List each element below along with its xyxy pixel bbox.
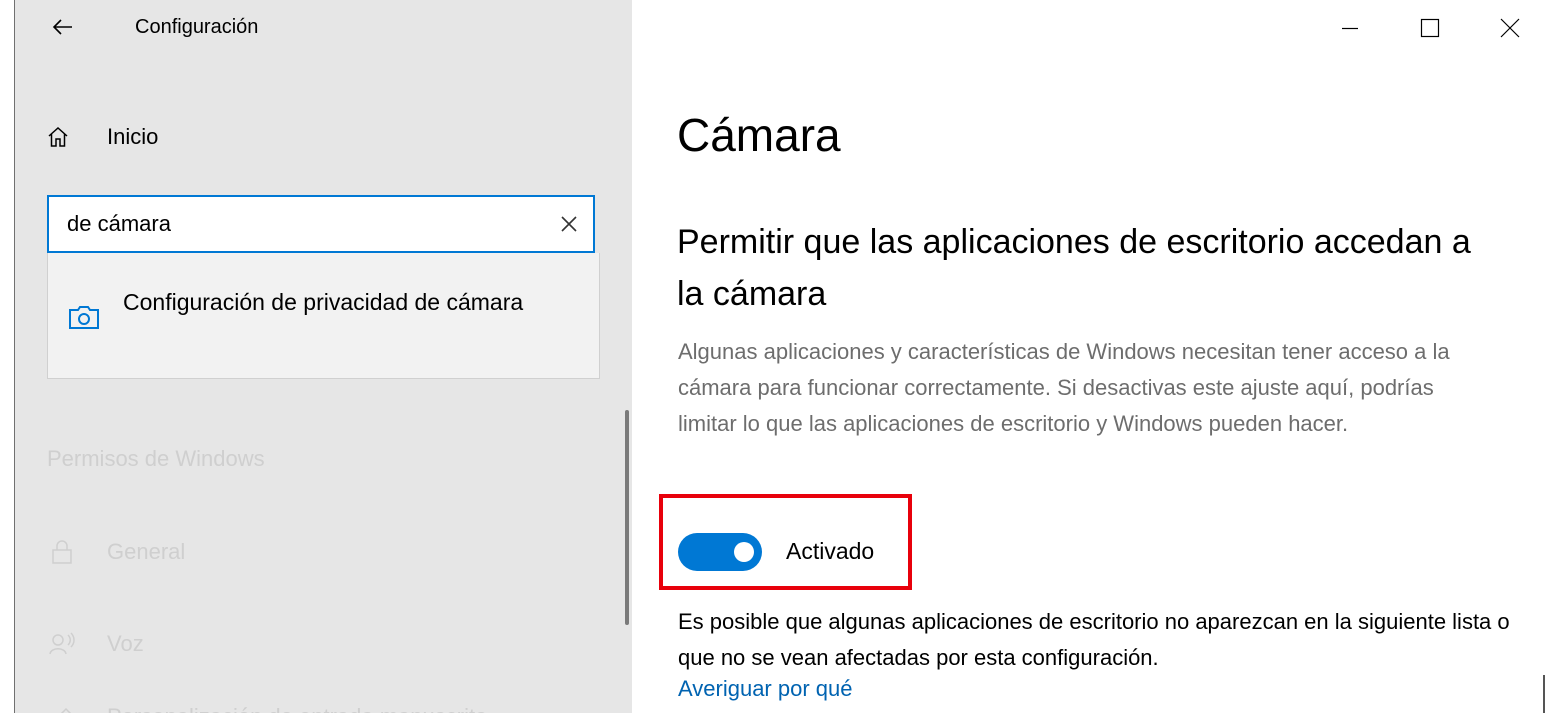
close-window-button[interactable] (1470, 0, 1550, 56)
clear-search-button[interactable] (557, 212, 581, 236)
minimize-button[interactable] (1310, 0, 1390, 56)
learn-why-link[interactable]: Averiguar por qué (678, 676, 853, 702)
back-button[interactable] (48, 12, 78, 42)
lock-icon (47, 537, 77, 567)
sidebar-item-label: Personalización de entrada manuscrita (107, 704, 487, 713)
sidebar-item-partial[interactable]: Personalización de entrada manuscrita (47, 695, 607, 713)
back-arrow-icon (52, 19, 72, 35)
maximize-icon (1420, 18, 1440, 38)
home-label: Inicio (107, 124, 159, 149)
search-box (47, 195, 595, 253)
suggestion-label: Configuración de privacidad de cámara (123, 289, 524, 315)
sidebar: Configuración Inicio Configuración de pr… (15, 0, 632, 713)
section-title: Permitir que las aplicaciones de escrito… (677, 223, 1471, 313)
home-nav-item[interactable]: Inicio (43, 115, 603, 159)
app-title: Configuración (135, 16, 259, 38)
sidebar-item-voz[interactable]: Voz (47, 622, 607, 666)
close-icon (1500, 18, 1520, 38)
toggle-state-label: Activado (786, 538, 875, 564)
minimize-icon (1342, 27, 1358, 30)
toggle-knob (734, 542, 754, 562)
pen-icon (47, 702, 77, 713)
note-text: Es posible que algunas aplicaciones de e… (678, 609, 1510, 670)
sidebar-item-general[interactable]: General (47, 530, 607, 574)
close-icon (561, 216, 577, 232)
camera-icon (68, 305, 102, 331)
sidebar-item-label: Voz (107, 631, 144, 656)
desktop-apps-camera-toggle[interactable] (678, 533, 762, 571)
sidebar-scrollbar[interactable] (625, 410, 629, 625)
speech-icon (47, 629, 77, 659)
maximize-button[interactable] (1390, 0, 1470, 56)
home-icon (43, 122, 73, 152)
search-suggestions: Configuración de privacidad de cámara (47, 253, 600, 379)
section-header: Permisos de Windows (47, 446, 265, 471)
window-controls (1310, 0, 1550, 56)
description-text: Algunas aplicaciones y características d… (678, 339, 1450, 436)
sidebar-item-label: General (107, 539, 186, 564)
window-edge (1543, 675, 1545, 713)
main-content: Cámara Permitir que las aplicaciones de … (632, 0, 1550, 713)
page-title: Cámara (677, 109, 841, 161)
search-input[interactable] (67, 205, 547, 243)
suggestion-item-camera-privacy[interactable]: Configuración de privacidad de cámara (48, 253, 599, 378)
